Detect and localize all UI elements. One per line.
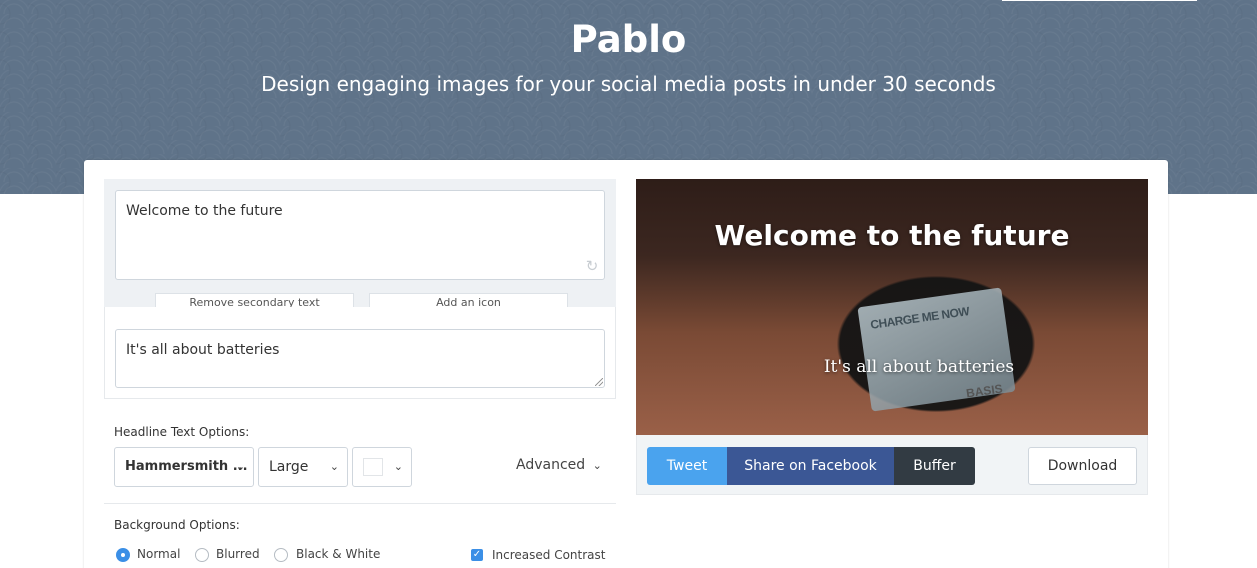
radio-normal-label[interactable]: Normal	[137, 547, 180, 561]
resize-grip-icon[interactable]	[595, 378, 603, 386]
page-title: Pablo	[570, 18, 687, 61]
color-select[interactable]: ⌄	[352, 447, 412, 487]
radio-blurred[interactable]	[195, 548, 209, 562]
chevron-down-icon: ⌄	[235, 460, 245, 473]
preview-secondary-text: It's all about batteries	[823, 357, 1015, 377]
headline-options-label: Headline Text Options:	[114, 425, 250, 439]
chevron-down-icon: ⌄	[329, 460, 339, 473]
advanced-toggle[interactable]: Advanced ⌄	[516, 457, 602, 473]
download-button[interactable]: Download	[1028, 447, 1137, 485]
background-options-label: Background Options:	[114, 518, 240, 532]
radio-black-white-label[interactable]: Black & White	[296, 547, 380, 561]
advanced-label: Advanced	[516, 457, 586, 473]
radio-blurred-label[interactable]: Blurred	[216, 547, 260, 561]
font-select-value: Hammersmith ...	[125, 459, 248, 474]
top-nav-tab[interactable]	[1002, 0, 1197, 1]
radio-black-white[interactable]	[274, 548, 288, 562]
preview-headline: Welcome to the future	[714, 219, 1070, 252]
tweet-button[interactable]: Tweet	[647, 447, 727, 485]
size-select[interactable]: Large ⌄	[258, 447, 348, 487]
increased-contrast-checkbox[interactable]: ✓	[471, 549, 483, 561]
buffer-button[interactable]: Buffer	[894, 447, 975, 485]
image-preview: CHARGE ME NOW BASIS Welcome to the futur…	[636, 179, 1148, 435]
headline-textarea[interactable]: Welcome to the future	[115, 190, 605, 280]
chevron-down-icon: ⌄	[592, 459, 602, 472]
radio-normal[interactable]	[116, 548, 130, 562]
section-divider	[104, 503, 616, 504]
refresh-icon[interactable]: ↻	[584, 259, 600, 275]
share-facebook-button[interactable]: Share on Facebook	[727, 447, 894, 485]
chevron-down-icon: ⌄	[393, 460, 403, 473]
font-select[interactable]: Hammersmith ... ⌄	[114, 447, 254, 487]
color-swatch	[363, 458, 383, 476]
page-subtitle: Design engaging images for your social m…	[261, 72, 996, 96]
size-select-value: Large	[269, 459, 309, 475]
secondary-textarea[interactable]: It's all about batteries	[115, 329, 605, 388]
increased-contrast-label[interactable]: Increased Contrast	[492, 548, 606, 562]
